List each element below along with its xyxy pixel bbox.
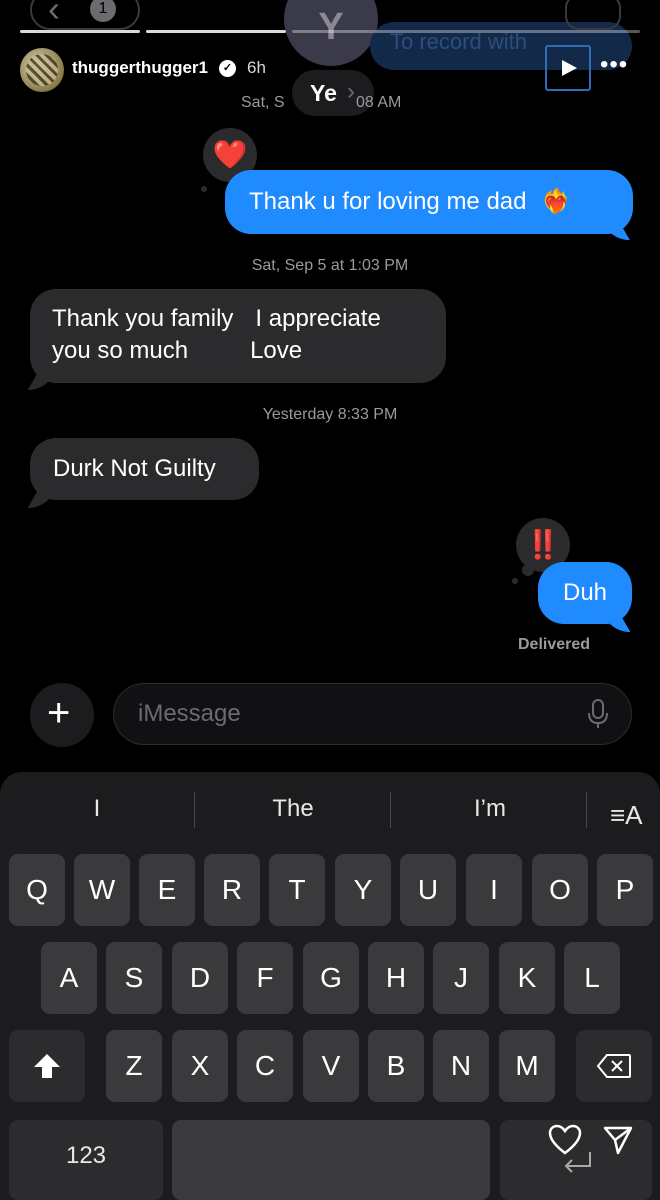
ghost-back-button: ‹ 1	[30, 0, 140, 30]
key-c[interactable]: C	[237, 1030, 293, 1102]
play-icon	[562, 60, 577, 76]
message-received-2[interactable]: Durk Not Guilty	[30, 438, 259, 500]
key-k[interactable]: K	[499, 942, 555, 1014]
story-progress-1	[20, 30, 140, 33]
message-placeholder: iMessage	[138, 700, 241, 727]
key-s[interactable]: S	[106, 942, 162, 1014]
key-t[interactable]: T	[269, 854, 325, 926]
key-h[interactable]: H	[368, 942, 424, 1014]
message-line-2: you so much Love	[52, 337, 303, 364]
paper-plane-icon[interactable]	[602, 1124, 634, 1156]
timestamp-1-start: Sat, S	[241, 94, 285, 111]
chevron-right-icon: ›	[347, 78, 355, 105]
key-p[interactable]: P	[597, 854, 653, 926]
more-dots-icon[interactable]: •••	[600, 53, 628, 77]
double-exclamation-icon: ‼️	[525, 529, 561, 560]
key-y[interactable]: Y	[335, 854, 391, 926]
ghost-back-count: 1	[90, 0, 116, 22]
key-b[interactable]: B	[368, 1030, 424, 1102]
key-n[interactable]: N	[433, 1030, 489, 1102]
heart-on-fire-emoji: ❤️‍🔥	[541, 188, 572, 215]
key-m[interactable]: M	[499, 1030, 555, 1102]
message-line-1: Thank you family I appreciate	[52, 305, 381, 332]
key-w[interactable]: W	[74, 854, 130, 926]
delivered-status: Delivered	[518, 636, 591, 653]
story-progress-2	[146, 30, 286, 33]
microphone-icon[interactable]	[587, 698, 609, 730]
key-f[interactable]: F	[237, 942, 293, 1014]
play-button[interactable]	[545, 45, 591, 91]
key-e[interactable]: E	[139, 854, 195, 926]
key-v[interactable]: V	[303, 1030, 359, 1102]
timestamp-1: Sat, S	[241, 94, 285, 112]
key-i[interactable]: I	[466, 854, 522, 926]
space-key[interactable]	[172, 1120, 490, 1200]
shift-arrow-icon	[34, 1054, 60, 1078]
verified-badge-icon: ✓	[219, 60, 236, 77]
key-l[interactable]: L	[564, 942, 620, 1014]
key-q[interactable]: Q	[9, 854, 65, 926]
add-attachment-button[interactable]: +	[30, 683, 94, 747]
text-format-icon[interactable]: ≡A	[610, 800, 643, 831]
message-text: Thank u for loving me dad	[249, 188, 527, 215]
key-d[interactable]: D	[172, 942, 228, 1014]
message-sent-1[interactable]: Thank u for loving me dad ❤️‍🔥	[225, 170, 633, 234]
avatar[interactable]	[20, 48, 64, 92]
ghost-contact-avatar: Y	[284, 0, 378, 66]
timestamp-2: Sat, Sep 5 at 1:03 PM	[251, 257, 409, 274]
suggestion-divider	[194, 792, 195, 828]
story-age: 6h	[247, 58, 266, 77]
key-j[interactable]: J	[433, 942, 489, 1014]
story-progress-3	[292, 30, 640, 33]
key-o[interactable]: O	[532, 854, 588, 926]
contact-name: Ye	[310, 80, 337, 106]
numbers-key[interactable]: 123	[9, 1120, 163, 1200]
timestamp-3: Yesterday 8:33 PM	[262, 406, 398, 423]
chevron-left-icon: ‹	[48, 0, 60, 29]
suggestion-1[interactable]: I	[17, 795, 177, 823]
message-input[interactable]: iMessage	[113, 683, 632, 745]
key-r[interactable]: R	[204, 854, 260, 926]
story-username[interactable]: thuggerthugger1	[72, 58, 208, 78]
shift-key[interactable]	[9, 1030, 85, 1102]
suggestion-3[interactable]: I’m	[410, 795, 570, 823]
key-u[interactable]: U	[400, 854, 456, 926]
plus-icon: +	[47, 691, 71, 735]
suggestion-divider	[586, 792, 587, 828]
heart-icon: ❤️	[212, 139, 248, 170]
delete-backspace-icon	[596, 1054, 631, 1078]
heart-icon[interactable]	[548, 1124, 582, 1156]
key-a[interactable]: A	[41, 942, 97, 1014]
delete-key[interactable]	[576, 1030, 652, 1102]
suggestion-divider	[390, 792, 391, 828]
suggestion-2[interactable]: The	[213, 795, 373, 823]
message-received-1[interactable]: Thank you family I appreciate you so much…	[30, 289, 446, 383]
ghost-video-icon	[565, 0, 621, 30]
key-x[interactable]: X	[172, 1030, 228, 1102]
key-g[interactable]: G	[303, 942, 359, 1014]
key-z[interactable]: Z	[106, 1030, 162, 1102]
timestamp-1-end: 08 AM	[356, 94, 402, 111]
